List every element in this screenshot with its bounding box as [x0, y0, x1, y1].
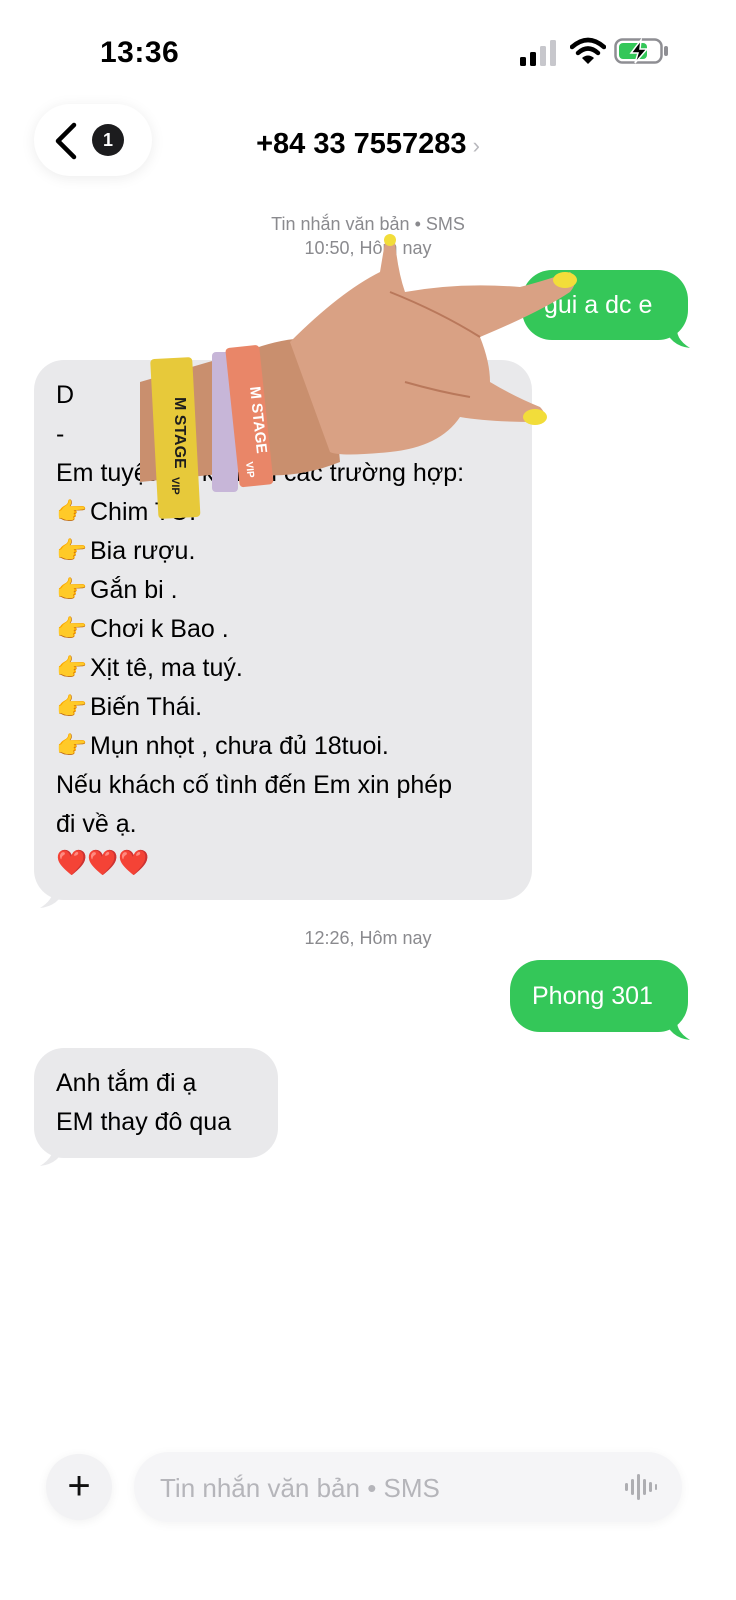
hearts-line: ❤️❤️❤️: [56, 849, 150, 877]
wristband-sub-1: VIP: [169, 477, 181, 495]
contact-title[interactable]: +84 33 7557283 ›: [0, 128, 736, 161]
message-composer[interactable]: [134, 1452, 682, 1524]
message-line: 👉 Bia rượu.: [56, 532, 464, 571]
add-attachment-button[interactable]: +: [46, 1454, 112, 1520]
bubble-tail: [40, 1144, 66, 1166]
message-line: 👉 Gắn bi .: [56, 571, 464, 610]
message-line: EM thay đô qua: [56, 1108, 232, 1136]
pointing-hand-icon: 👉: [56, 615, 88, 643]
message-line: đi về ạ.: [56, 810, 137, 838]
pointing-hand-icon: 👉: [56, 537, 88, 565]
incoming-message[interactable]: Anh tắm đi ạ EM thay đô qua: [34, 1048, 278, 1158]
hand-wristband-sticker: M STAGE M STAGE VIP VIP: [140, 234, 577, 519]
status-bar: 13:36: [0, 0, 736, 100]
pointing-hand-icon: 👉: [56, 732, 88, 760]
signal-icon: [520, 40, 556, 66]
message-text: Phong 301: [532, 982, 653, 1010]
pointing-hand-icon: 👉: [56, 654, 88, 682]
message-line: Anh tắm đi ạ: [56, 1069, 197, 1097]
waveform-mic-icon[interactable]: [624, 1472, 658, 1502]
message-input[interactable]: [158, 1452, 612, 1524]
bubble-tail: [664, 326, 690, 348]
status-time: 13:36: [100, 36, 180, 69]
bubble-tail: [664, 1018, 690, 1040]
message-line: 👉 Xịt tê, ma tuý.: [56, 649, 464, 688]
bubble-tail: [40, 886, 66, 908]
pointing-hand-icon: 👉: [56, 576, 88, 604]
outgoing-message[interactable]: Phong 301: [510, 960, 688, 1032]
thread-meta-2: 12:26, Hôm nay: [0, 926, 736, 950]
battery-charging-icon: [614, 37, 668, 64]
pointing-hand-icon: 👉: [56, 498, 88, 526]
message-line: 👉 Chơi k Bao .: [56, 610, 464, 649]
message-line: Nếu khách cố tình đến Em xin phép: [56, 771, 453, 799]
wristband-sub-2: VIP: [243, 461, 256, 479]
pointing-hand-icon: 👉: [56, 693, 88, 721]
message-line: 👉 Biến Thái.: [56, 688, 464, 727]
wifi-icon: [570, 37, 606, 64]
message-line: 👉 Mụn nhọt , chưa đủ 18tuoi.: [56, 727, 464, 766]
wristband-label-1: M STAGE: [171, 397, 188, 469]
plus-icon: +: [67, 1464, 91, 1508]
timestamp-label: 12:26, Hôm nay: [304, 928, 432, 948]
contact-number: +84 33 7557283: [256, 128, 467, 160]
message-body: Anh tắm đi ạ EM thay đô qua: [56, 1064, 231, 1142]
contact-chevron-icon: ›: [472, 133, 480, 158]
